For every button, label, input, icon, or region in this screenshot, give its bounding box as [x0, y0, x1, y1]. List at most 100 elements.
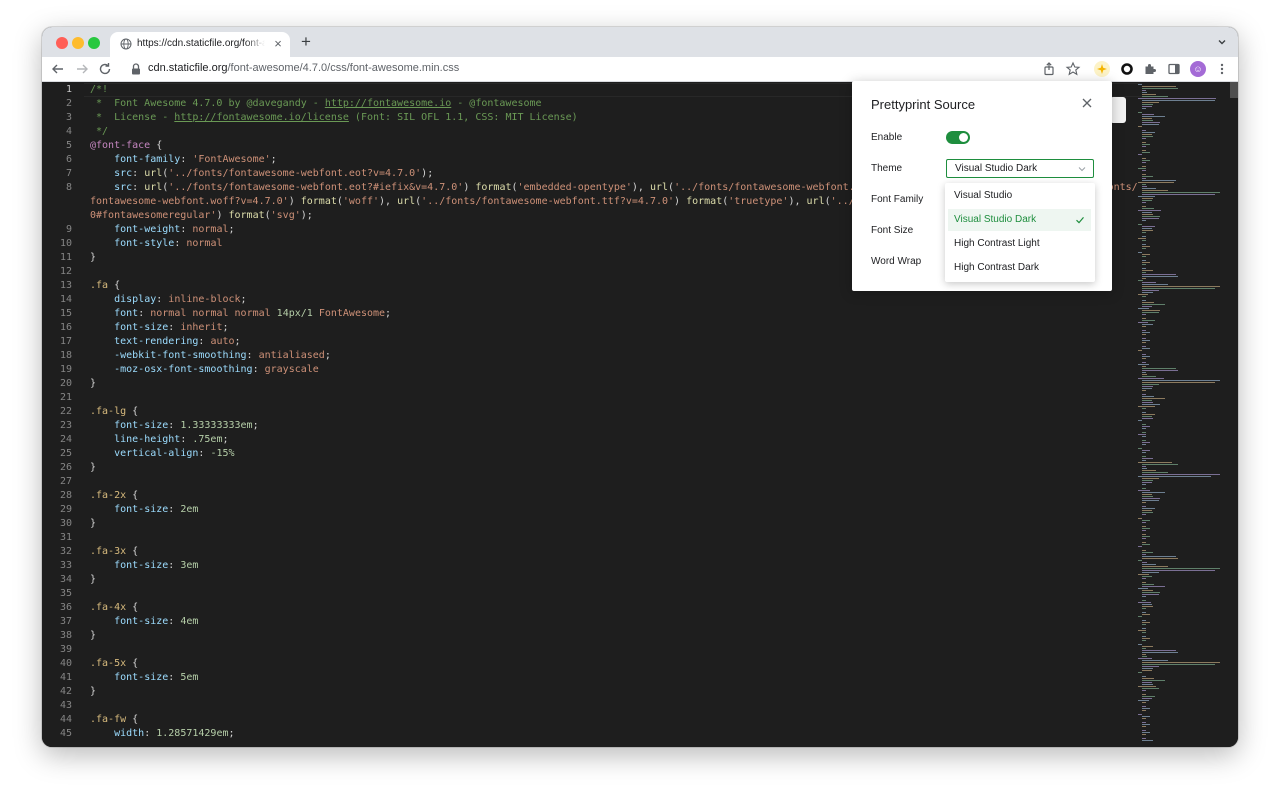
minimap-line: [1142, 96, 1168, 97]
code-line: line-height: .75em;: [90, 433, 228, 447]
minimap-line: [1142, 270, 1153, 271]
minimap-line: [1142, 212, 1152, 213]
lock-icon[interactable]: [128, 61, 144, 77]
code-token: @font-face: [90, 140, 151, 151]
enable-toggle[interactable]: [946, 131, 970, 144]
code-token: }: [90, 574, 97, 585]
scrollbar-thumb[interactable]: [1230, 82, 1238, 98]
minimap-line: [1142, 120, 1153, 121]
chevron-down-icon[interactable]: [1216, 36, 1228, 48]
minimap-line: [1142, 474, 1220, 475]
code-line: .fa-lg {: [90, 405, 138, 419]
code-token: :: [168, 616, 181, 627]
star-icon[interactable]: [1065, 61, 1081, 77]
minimap-line: [1142, 480, 1153, 481]
minimap-line: [1142, 662, 1220, 663]
minimap-line: [1142, 244, 1146, 245]
minimap-line: [1142, 342, 1146, 343]
theme-select[interactable]: Visual Studio Dark: [946, 159, 1094, 178]
code-token: :: [138, 308, 151, 319]
code-line: font-style: normal: [90, 237, 222, 251]
forward-arrow-icon[interactable]: [74, 61, 90, 77]
word-wrap-label: Word Wrap: [871, 256, 922, 267]
close-window-button[interactable]: [56, 37, 68, 49]
minimap-line: [1142, 402, 1153, 403]
minimap-line: [1142, 550, 1146, 551]
minimap-line: [1142, 150, 1146, 151]
theme-option[interactable]: High Contrast Dark: [948, 257, 1091, 279]
minimap-line: [1142, 684, 1153, 685]
code-line: vertical-align: -15%: [90, 447, 234, 461]
close-icon[interactable]: ×: [272, 37, 284, 50]
minimap-line: [1142, 348, 1150, 349]
minimap-line: [1142, 614, 1150, 615]
minimap-line: [1142, 94, 1156, 95]
code-token: ): [463, 182, 476, 193]
browser-tab[interactable]: https://cdn.staticfile.org/font-awesome/…: [110, 32, 290, 57]
code-token: :: [168, 560, 181, 571]
avatar[interactable]: ☺: [1190, 61, 1206, 77]
code-line: src: url('../fonts/fontawesome-webfont.e…: [90, 167, 433, 181]
minimap-line: [1138, 406, 1155, 407]
code-token: :: [168, 420, 181, 431]
minimap-line: [1142, 132, 1155, 133]
code-token: {: [126, 546, 139, 557]
code-token: display: [114, 294, 157, 305]
line-number: 11: [59, 252, 72, 263]
code-token: line-height: [114, 434, 181, 445]
code-token: -moz-osx-font-smoothing: [114, 364, 253, 375]
minimap-line: [1142, 264, 1146, 265]
minimap-line: [1142, 556, 1176, 557]
address-bar[interactable]: cdn.staticfile.org/font-awesome/4.7.0/cs…: [148, 62, 459, 74]
overlay-hint: [1110, 97, 1126, 123]
theme-option-selected[interactable]: Visual Studio Dark: [948, 209, 1091, 231]
minimap-line: [1142, 88, 1178, 89]
minimap-line: [1142, 440, 1146, 441]
maximize-window-button[interactable]: [88, 37, 100, 49]
line-number: 14: [59, 294, 72, 305]
ring-extension-icon[interactable]: [1119, 61, 1135, 77]
minimap-line: [1142, 340, 1150, 341]
minimap-line: [1142, 436, 1146, 437]
code-token: }: [90, 252, 97, 263]
minimap-line: [1142, 582, 1146, 583]
code-line: @font-face {: [90, 139, 162, 153]
code-line: .fa {: [90, 279, 120, 293]
minimap[interactable]: [1138, 82, 1230, 747]
code-token: {: [108, 280, 121, 291]
theme-option[interactable]: Visual Studio: [948, 185, 1091, 207]
more-vert-icon[interactable]: [1214, 61, 1230, 77]
minimap-line: [1142, 236, 1146, 237]
theme-option[interactable]: High Contrast Light: [948, 233, 1091, 255]
plus-icon[interactable]: +: [298, 32, 314, 52]
theme-select-value: Visual Studio Dark: [955, 163, 1038, 174]
minimap-line: [1142, 114, 1154, 115]
code-token: antialiased: [258, 350, 325, 361]
minimize-window-button[interactable]: [72, 37, 84, 49]
minimap-line: [1142, 260, 1146, 261]
back-arrow-icon[interactable]: [50, 61, 66, 77]
puzzle-icon[interactable]: [1142, 61, 1158, 77]
code-token: :: [132, 182, 145, 193]
minimap-line: [1142, 638, 1150, 639]
minimap-line: [1138, 252, 1142, 253]
minimap-line: [1142, 180, 1176, 181]
minimap-line: [1138, 448, 1142, 449]
minimap-line: [1138, 560, 1142, 561]
minimap-line: [1142, 718, 1146, 719]
sidepanel-icon[interactable]: [1166, 61, 1182, 77]
minimap-line: [1142, 374, 1147, 375]
url-path: /font-awesome/4.7.0/css/font-awesome.min…: [227, 62, 460, 74]
close-icon[interactable]: [1080, 96, 1094, 110]
minimap-line: [1142, 230, 1153, 231]
share-icon[interactable]: [1041, 61, 1057, 77]
minimap-line: [1142, 206, 1146, 207]
reload-icon[interactable]: [97, 61, 113, 77]
vertical-scrollbar[interactable]: [1230, 82, 1238, 747]
minimap-line: [1142, 648, 1146, 649]
sparkle-extension-icon[interactable]: [1094, 61, 1110, 77]
code-token: font-style: [114, 238, 175, 249]
code-line: text-rendering: auto;: [90, 335, 240, 349]
